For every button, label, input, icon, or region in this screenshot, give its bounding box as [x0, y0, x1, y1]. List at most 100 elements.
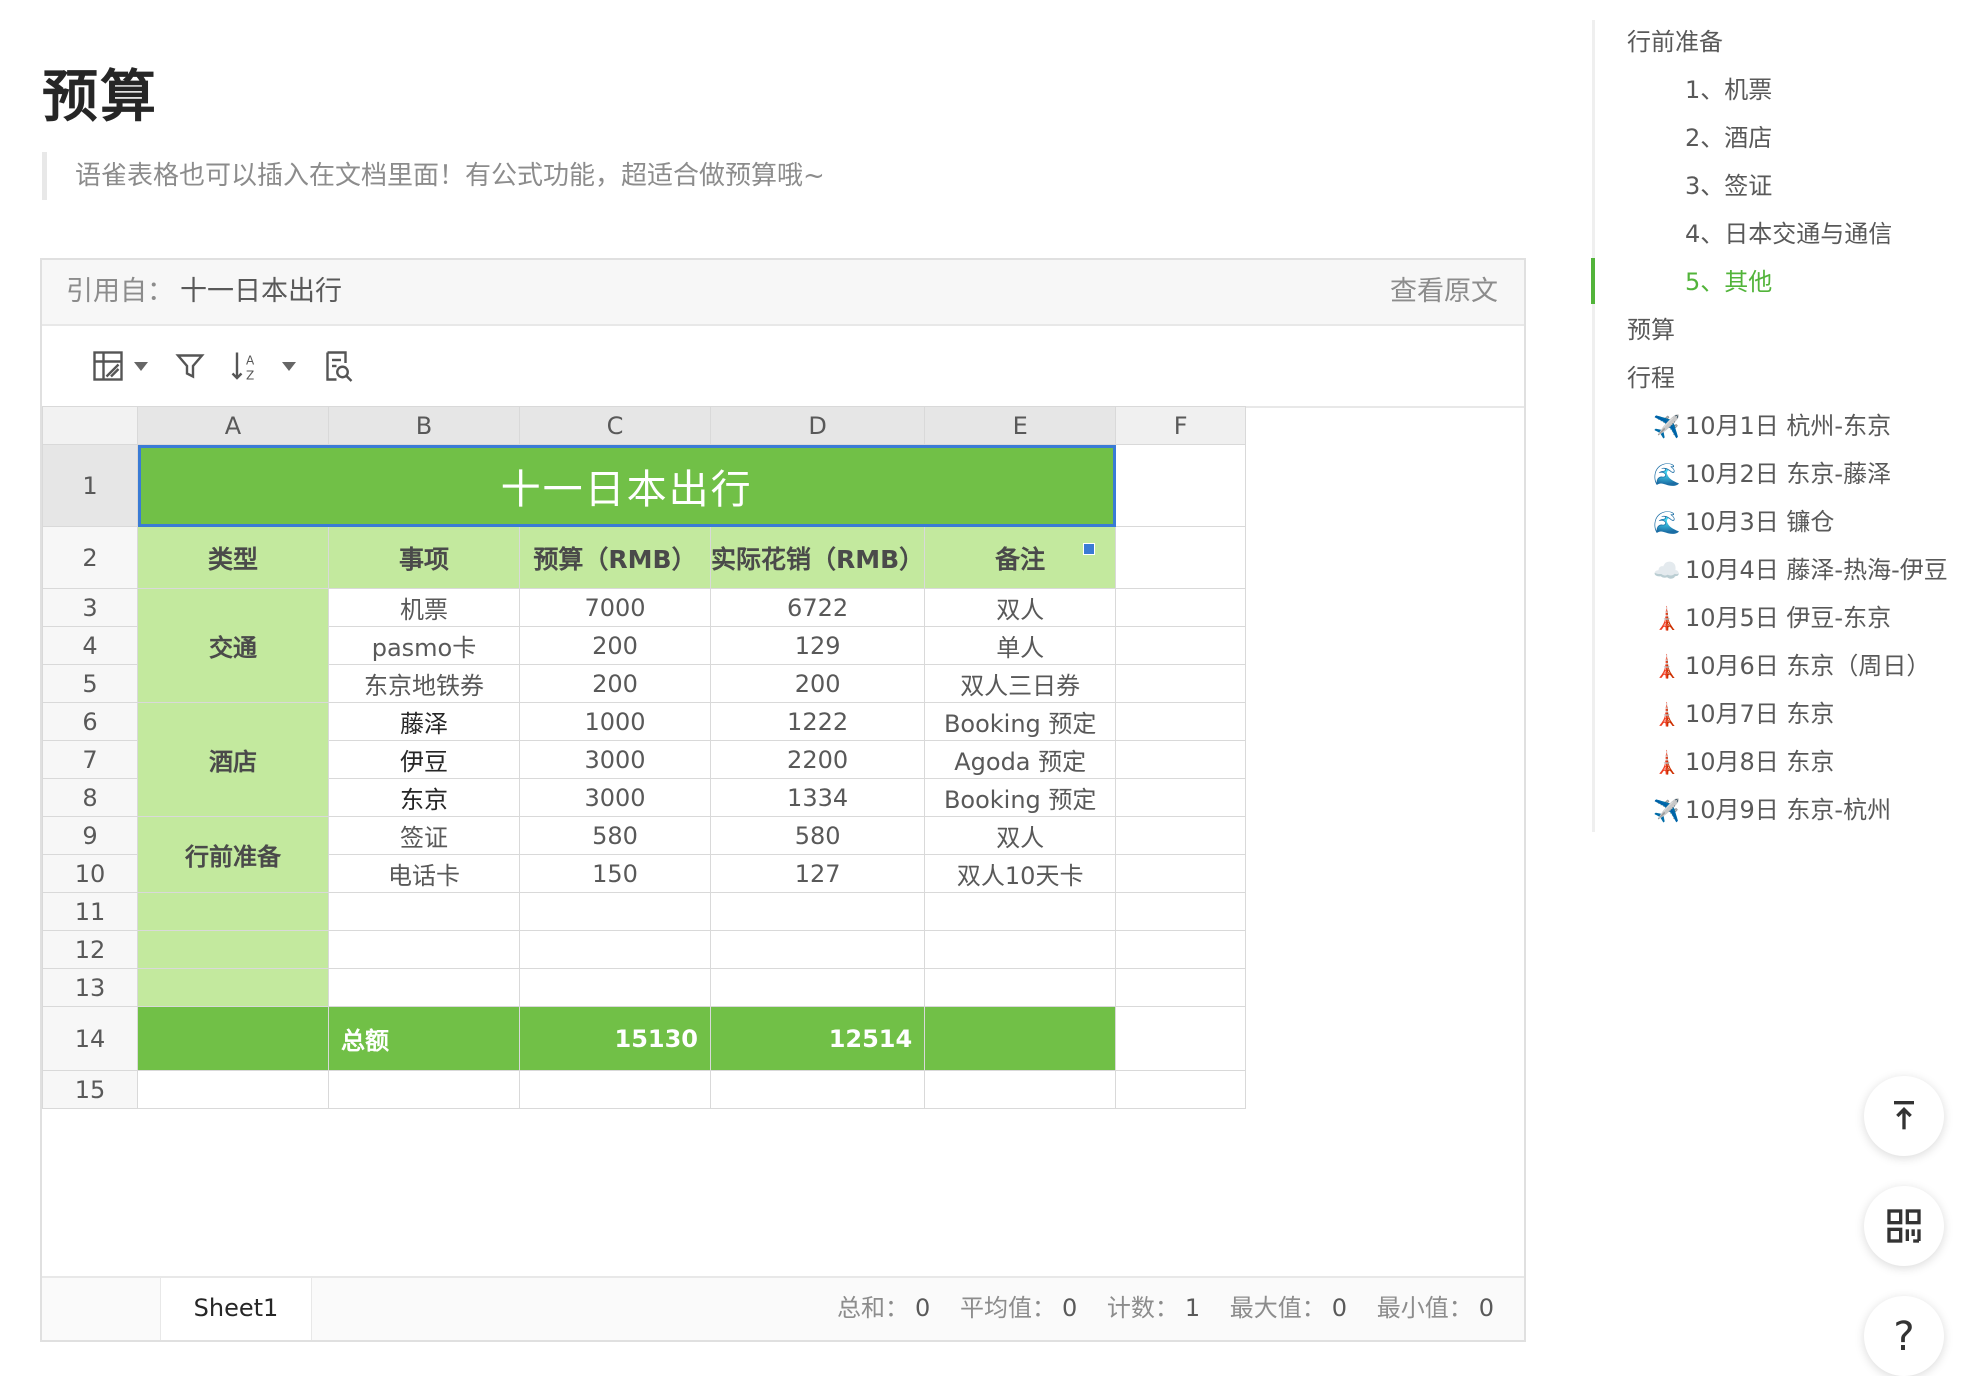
actual-cell[interactable]: 2200	[709, 740, 926, 779]
budget-cell[interactable]: 1000	[519, 702, 711, 741]
cell[interactable]	[1115, 1070, 1247, 1109]
actual-cell[interactable]: 200	[709, 664, 926, 703]
item-cell[interactable]: pasmo卡	[328, 626, 520, 665]
toc-item[interactable]: 4、日本交通与通信	[1685, 214, 1892, 254]
toc-item[interactable]: 🌊 10月3日 镰仓	[1653, 502, 1834, 544]
budget-cell[interactable]: 3000	[519, 740, 711, 779]
cell[interactable]	[519, 930, 711, 969]
cell[interactable]	[1115, 1006, 1247, 1071]
select-all-corner[interactable]	[42, 406, 138, 445]
cell[interactable]	[924, 968, 1117, 1007]
sort-dropdown-icon[interactable]	[282, 362, 296, 371]
toc-item[interactable]: 2、酒店	[1685, 118, 1772, 158]
cell[interactable]	[328, 968, 520, 1007]
filter-icon[interactable]	[172, 348, 208, 384]
cell[interactable]	[1115, 854, 1247, 893]
note-cell[interactable]: Booking 预定	[924, 702, 1117, 741]
find-icon[interactable]	[320, 348, 356, 384]
category-cell[interactable]: 行前准备	[137, 816, 329, 893]
actual-cell[interactable]: 580	[709, 816, 926, 855]
cell[interactable]	[1115, 664, 1247, 703]
total-label[interactable]: 总额	[328, 1006, 520, 1071]
cell[interactable]	[1115, 444, 1247, 527]
cell[interactable]	[137, 1070, 329, 1109]
actual-cell[interactable]: 1222	[709, 702, 926, 741]
row-header[interactable]: 5	[42, 664, 138, 703]
toc-item[interactable]: 行程	[1627, 358, 1675, 398]
toc-item[interactable]: 🗼 10月7日 东京	[1653, 694, 1834, 736]
row-header[interactable]: 15	[42, 1070, 138, 1109]
budget-cell[interactable]: 7000	[519, 588, 711, 627]
actual-cell[interactable]: 6722	[709, 588, 926, 627]
actual-cell[interactable]: 127	[709, 854, 926, 893]
cell[interactable]	[1115, 588, 1247, 627]
toc-item[interactable]: 🗼 10月8日 东京	[1653, 742, 1834, 784]
toc-item[interactable]: 🗼 10月5日 伊豆-东京	[1653, 598, 1891, 640]
note-cell[interactable]: 双人10天卡	[924, 854, 1117, 893]
row-header[interactable]: 7	[42, 740, 138, 779]
back-to-top-button[interactable]	[1864, 1076, 1944, 1156]
toc-item-active[interactable]: 5、其他	[1685, 262, 1772, 302]
toc-item[interactable]: 3、签证	[1685, 166, 1772, 206]
cell[interactable]	[924, 892, 1117, 931]
cell[interactable]	[709, 1070, 926, 1109]
row-header[interactable]: 4	[42, 626, 138, 665]
cell[interactable]	[519, 892, 711, 931]
header-cell-budget[interactable]: 预算（RMB）	[519, 526, 711, 589]
actual-cell[interactable]: 129	[709, 626, 926, 665]
table-style-dropdown-icon[interactable]	[134, 362, 148, 371]
row-header[interactable]: 2	[42, 526, 138, 589]
toc-item[interactable]: 🗼 10月6日 东京（周日）	[1653, 646, 1930, 688]
toc-item[interactable]: 行前准备	[1627, 22, 1723, 62]
total-cell[interactable]	[137, 1006, 329, 1071]
row-header[interactable]: 10	[42, 854, 138, 893]
toc-item[interactable]: 预算	[1627, 310, 1675, 350]
cell[interactable]	[709, 892, 926, 931]
cell[interactable]	[1115, 816, 1247, 855]
view-source-link[interactable]: 查看原文	[1390, 260, 1498, 324]
note-cell[interactable]: Agoda 预定	[924, 740, 1117, 779]
category-cell[interactable]	[137, 930, 329, 969]
cell[interactable]	[1115, 778, 1247, 817]
item-cell[interactable]: 东京地铁券	[328, 664, 520, 703]
total-actual[interactable]: 12514	[709, 1006, 926, 1071]
column-header[interactable]: C	[519, 406, 711, 445]
header-cell-actual[interactable]: 实际花销（RMB）	[709, 526, 926, 589]
item-cell[interactable]: 签证	[328, 816, 520, 855]
cell[interactable]	[709, 930, 926, 969]
cell[interactable]	[709, 968, 926, 1007]
total-budget[interactable]: 15130	[519, 1006, 711, 1071]
budget-cell[interactable]: 3000	[519, 778, 711, 817]
toc-item[interactable]: 🌊 10月2日 东京-藤泽	[1653, 454, 1891, 496]
note-cell[interactable]: 双人	[924, 588, 1117, 627]
row-header[interactable]: 6	[42, 702, 138, 741]
toc-item[interactable]: ☁️ 10月4日 藤泽-热海-伊豆	[1653, 550, 1948, 592]
help-button[interactable]: ?	[1864, 1296, 1944, 1376]
column-header[interactable]: A	[137, 406, 329, 445]
item-cell[interactable]: 伊豆	[328, 740, 520, 779]
cell[interactable]	[328, 930, 520, 969]
toc-item[interactable]: ✈️ 10月9日 东京-杭州	[1653, 790, 1891, 832]
header-cell-type[interactable]: 类型	[137, 526, 329, 589]
qr-code-button[interactable]	[1864, 1186, 1944, 1266]
note-cell[interactable]: Booking 预定	[924, 778, 1117, 817]
column-header[interactable]: D	[709, 406, 926, 445]
table-style-icon[interactable]	[90, 348, 126, 384]
budget-cell[interactable]: 200	[519, 664, 711, 703]
note-cell[interactable]: 双人三日券	[924, 664, 1117, 703]
actual-cell[interactable]: 1334	[709, 778, 926, 817]
budget-cell[interactable]: 200	[519, 626, 711, 665]
column-header[interactable]: F	[1115, 406, 1247, 445]
sheet-title-cell[interactable]: 十一日本出行	[136, 444, 1117, 527]
column-header[interactable]: E	[924, 406, 1117, 445]
item-cell[interactable]: 电话卡	[328, 854, 520, 893]
total-cell[interactable]	[924, 1006, 1117, 1071]
selection-fill-handle[interactable]	[1083, 543, 1095, 555]
cell[interactable]	[1115, 930, 1247, 969]
reference-name[interactable]: 十一日本出行	[180, 260, 342, 324]
cell[interactable]	[1115, 892, 1247, 931]
cell[interactable]	[924, 1070, 1117, 1109]
cell[interactable]	[1115, 526, 1247, 589]
note-cell[interactable]: 双人	[924, 816, 1117, 855]
cell[interactable]	[328, 1070, 520, 1109]
